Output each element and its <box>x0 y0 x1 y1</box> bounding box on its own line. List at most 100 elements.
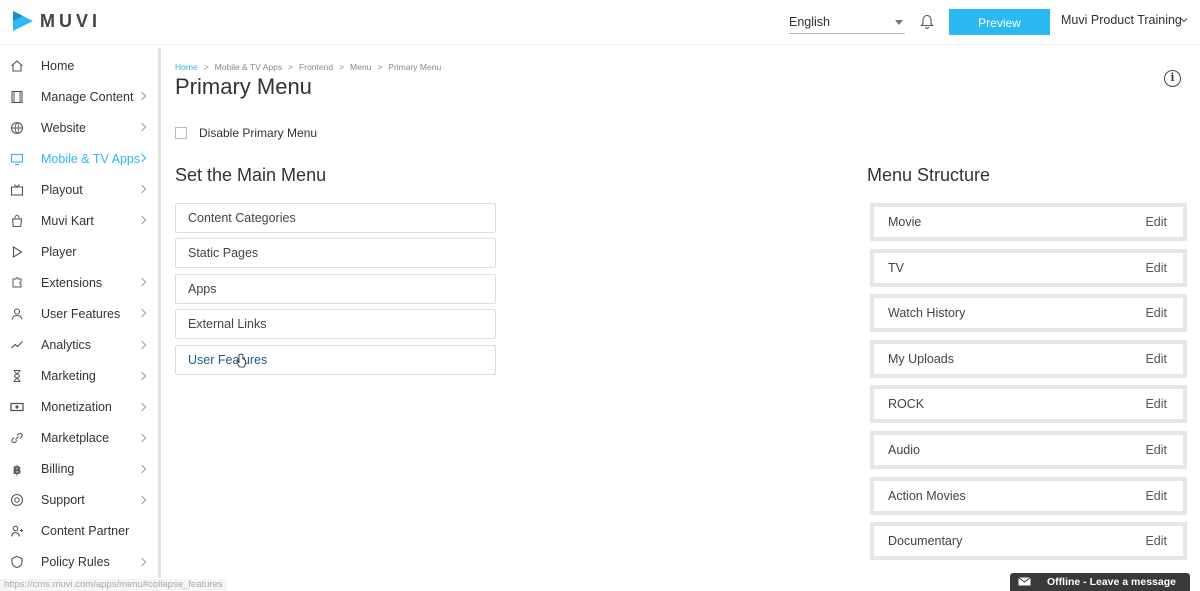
sidebar-item-support[interactable]: Support <box>0 485 158 516</box>
sidebar-item-label: Analytics <box>41 338 92 353</box>
user-menu[interactable]: Muvi Product Training <box>1061 13 1182 27</box>
disable-primary-menu-checkbox[interactable] <box>175 127 187 139</box>
breadcrumb-item[interactable]: Mobile & TV Apps <box>215 62 282 72</box>
edit-link[interactable]: Edit <box>1145 253 1167 283</box>
breadcrumb-separator: > <box>288 62 294 72</box>
edit-link[interactable]: Edit <box>1145 207 1167 237</box>
info-icon[interactable]: i <box>1164 70 1181 87</box>
sidebar-item-label: Player <box>41 244 77 259</box>
sidebar-item-marketplace[interactable]: Marketplace <box>0 423 158 454</box>
edit-link[interactable]: Edit <box>1145 435 1167 465</box>
language-select[interactable]: English <box>789 9 905 34</box>
sidebar-item-extensions[interactable]: Extensions <box>0 267 158 298</box>
menu-structure-item-label: TV <box>888 260 904 275</box>
set-main-menu-title: Set the Main Menu <box>175 165 327 185</box>
play-icon <box>12 245 23 258</box>
menu-structure-item[interactable]: My Uploads Edit <box>874 343 1183 374</box>
sidebar-item-marketing[interactable]: Marketing <box>0 361 158 392</box>
main-menu-item[interactable]: User Features <box>175 344 496 375</box>
menu-structure-item[interactable]: ROCK Edit <box>874 389 1183 420</box>
partner-icon <box>10 526 23 538</box>
sidebar-item-playout[interactable]: Playout <box>0 174 158 205</box>
menu-structure-item[interactable]: Action Movies Edit <box>874 480 1183 511</box>
sidebar-item-user-features[interactable]: User Features <box>0 298 158 329</box>
menu-structure-row[interactable]: TV Edit <box>870 248 1187 287</box>
sidebar-scrollbar[interactable] <box>158 48 161 578</box>
sidebar-item-label: Billing <box>41 462 75 477</box>
menu-structure-item-label: Audio <box>888 443 920 457</box>
breadcrumb-home-link[interactable]: Home <box>175 62 198 72</box>
sidebar-item-analytics[interactable]: Analytics <box>0 330 158 361</box>
sidebar-item-billing[interactable]: ฿ Billing <box>0 454 158 485</box>
chart-line-icon <box>11 341 23 349</box>
menu-structure-item[interactable]: Movie Edit <box>874 207 1183 237</box>
tv-icon <box>10 183 24 196</box>
chevron-right-icon <box>137 402 147 411</box>
menu-structure-item[interactable]: Audio Edit <box>874 435 1183 465</box>
sidebar-item-content-partner[interactable]: Content Partner <box>0 516 158 547</box>
sidebar-item-muvi-kart[interactable]: Muvi Kart <box>0 205 158 236</box>
mail-icon <box>1018 577 1031 586</box>
disable-primary-menu-row[interactable]: Disable Primary Menu <box>175 126 317 140</box>
chevron-right-icon <box>137 557 147 567</box>
sidebar: Home Manage Content Website Mobile & TV App… <box>0 45 158 591</box>
sidebar-item-label: Website <box>41 120 86 135</box>
menu-structure-item-label: Movie <box>888 215 922 229</box>
puzzle-icon <box>12 277 22 288</box>
sidebar-item-label: Muvi Kart <box>41 213 94 228</box>
breadcrumb-item: Primary Menu <box>388 62 442 72</box>
sidebar-item-home[interactable]: Home <box>0 50 158 81</box>
edit-link[interactable]: Edit <box>1145 344 1167 374</box>
sidebar-item-label: User Features <box>41 306 121 321</box>
edit-link[interactable]: Edit <box>1145 526 1167 556</box>
edit-link[interactable]: Edit <box>1145 298 1167 328</box>
sidebar-item-mobile-tv-apps[interactable]: Mobile & TV Apps <box>0 143 158 174</box>
sidebar-item-manage-content[interactable]: Manage Content <box>0 81 158 112</box>
main-menu-item[interactable]: Static Pages <box>175 238 496 269</box>
main-menu-item[interactable]: Content Categories <box>175 203 496 233</box>
muvi-logo-icon <box>13 11 33 31</box>
menu-structure-item[interactable]: Documentary Edit <box>874 526 1183 557</box>
main-menu-item[interactable]: Apps <box>175 273 496 304</box>
menu-structure-item-label: My Uploads <box>888 351 954 366</box>
edit-link[interactable]: Edit <box>1145 389 1167 419</box>
sidebar-item-label: Monetization <box>41 400 112 415</box>
sidebar-item-label: Support <box>41 493 85 508</box>
sidebar-item-policy-rules[interactable]: Policy Rules <box>0 547 158 578</box>
bell-icon[interactable] <box>919 14 935 30</box>
sidebar-item-label: Content Partner <box>41 524 130 539</box>
menu-structure-row[interactable]: Watch History Edit <box>870 294 1187 333</box>
chevron-right-icon <box>137 122 147 132</box>
sidebar-item-website[interactable]: Website <box>0 112 158 143</box>
menu-structure-row[interactable]: ROCK Edit <box>870 385 1187 424</box>
chevron-right-icon <box>137 184 147 194</box>
globe-icon <box>10 121 24 134</box>
sidebar-item-player[interactable]: Player <box>0 236 158 267</box>
menu-structure-item[interactable]: TV Edit <box>874 252 1183 283</box>
menu-structure-row[interactable]: Movie Edit <box>870 203 1187 241</box>
breadcrumb-item[interactable]: Menu <box>350 62 371 72</box>
user-menu-caret-icon[interactable] <box>1180 16 1188 24</box>
lifebuoy-icon <box>10 494 24 507</box>
menu-structure-item[interactable]: Watch History Edit <box>874 298 1183 329</box>
preview-website-button[interactable]: Preview Website <box>949 9 1050 56</box>
menu-structure-row[interactable]: My Uploads Edit <box>870 339 1187 378</box>
sidebar-item-label: Manage Content <box>41 89 134 104</box>
chat-offline-bar[interactable]: Offline - Leave a message <box>1010 573 1190 591</box>
muvi-logo[interactable]: MUVI <box>10 8 101 34</box>
menu-structure-row[interactable]: Documentary Edit <box>870 522 1187 561</box>
main-menu-item[interactable]: External Links <box>175 309 496 340</box>
menu-structure-row[interactable]: Action Movies Edit <box>870 476 1187 515</box>
breadcrumb-item[interactable]: Frontend <box>299 62 333 72</box>
dropdown-caret-icon <box>895 20 903 25</box>
page-title: Primary Menu <box>175 74 312 99</box>
logo-text: MUVI <box>40 10 101 31</box>
link-icon <box>11 433 23 444</box>
menu-structure-row[interactable]: Audio Edit <box>870 431 1187 469</box>
edit-link[interactable]: Edit <box>1145 481 1167 511</box>
breadcrumb-separator: > <box>203 62 209 72</box>
chevron-right-icon <box>137 340 147 349</box>
sidebar-item-monetization[interactable]: Monetization <box>0 392 158 423</box>
chevron-right-icon <box>137 278 147 287</box>
breadcrumb-separator: > <box>339 62 345 72</box>
